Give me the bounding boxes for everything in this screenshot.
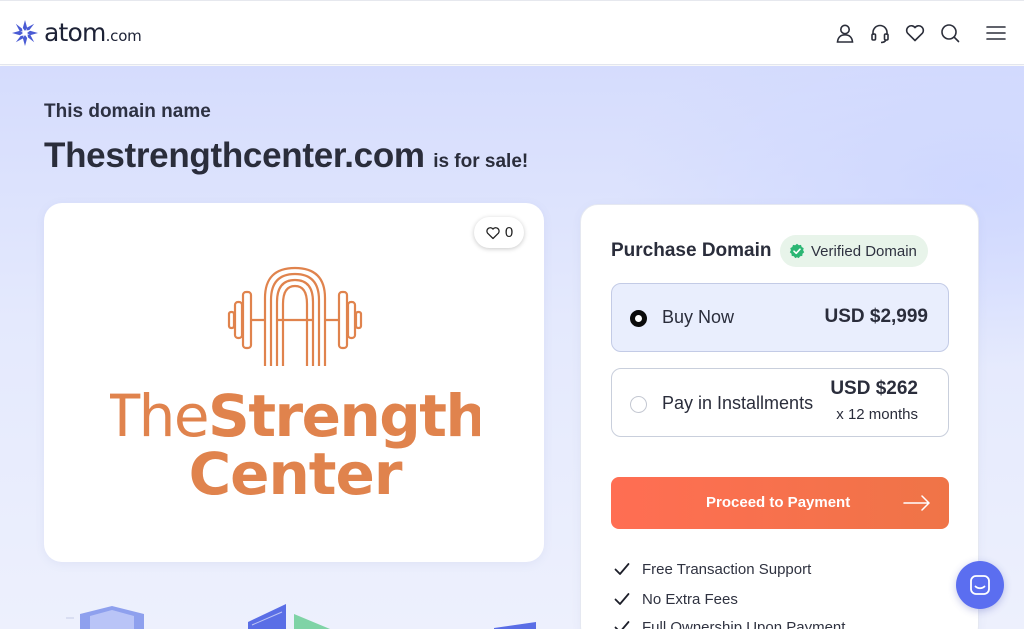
top-navigation-bar: atom .com xyxy=(0,0,1024,65)
purchase-title: Purchase Domain xyxy=(611,240,772,261)
brand-name: atom xyxy=(44,18,106,47)
headset-icon[interactable] xyxy=(869,22,891,44)
menu-icon[interactable] xyxy=(985,22,1007,44)
heart-icon[interactable] xyxy=(904,22,926,44)
feature-item: Free Transaction Support xyxy=(613,559,811,579)
brand-tld: .com xyxy=(105,26,142,45)
like-count: 0 xyxy=(504,224,514,241)
verified-label: Verified Domain xyxy=(811,242,917,260)
chat-launcher-button[interactable] xyxy=(956,561,1004,609)
feature-item: Full Ownership Upon Payment xyxy=(613,617,845,629)
like-button[interactable]: 0 xyxy=(474,217,524,248)
checkmark-icon xyxy=(614,621,630,629)
checkmark-icon xyxy=(614,593,630,605)
for-sale-suffix: is for sale! xyxy=(433,151,529,172)
buy-now-radio[interactable] xyxy=(630,310,647,327)
installments-price: USD $262 xyxy=(830,378,918,399)
proceed-to-payment-label: Proceed to Payment xyxy=(706,494,851,511)
installments-option[interactable]: Pay in Installments USD $262 x 12 months xyxy=(611,368,949,437)
feature-label: Full Ownership Upon Payment xyxy=(642,618,846,629)
installments-label: Pay in Installments xyxy=(662,393,814,413)
domain-name: Thestrengthcenter.com xyxy=(44,136,425,175)
buy-now-option[interactable]: Buy Now USD $2,999 xyxy=(611,283,949,352)
chat-icon xyxy=(970,575,990,595)
search-icon[interactable] xyxy=(939,22,961,44)
verified-domain-badge: Verified Domain xyxy=(780,235,928,267)
user-icon[interactable] xyxy=(834,22,856,44)
installments-term: x 12 months xyxy=(836,406,918,423)
buy-now-price: USD $2,999 xyxy=(824,306,928,327)
checkmark-icon xyxy=(614,563,630,575)
feature-label: No Extra Fees xyxy=(642,590,738,608)
atom-star-icon xyxy=(12,20,38,46)
thestrengthcenter-logo: TheStrength Center xyxy=(110,266,480,508)
verified-check-icon xyxy=(789,243,805,259)
domain-headline: Thestrengthcenter.com is for sale! xyxy=(44,136,528,176)
thumbnail-card-image xyxy=(248,604,330,629)
brand-word-center: Center xyxy=(189,440,403,508)
feature-item: No Extra Fees xyxy=(613,589,738,609)
thumbnail-shield-image xyxy=(66,606,144,629)
hero-eyebrow: This domain name xyxy=(44,101,211,122)
proceed-to-payment-button[interactable]: Proceed to Payment xyxy=(611,477,949,529)
installments-radio[interactable] xyxy=(630,396,647,413)
thumbnail-bar-image xyxy=(494,622,536,629)
heart-icon xyxy=(486,226,500,239)
atom-logo[interactable]: atom .com xyxy=(11,18,142,48)
buy-now-label: Buy Now xyxy=(662,307,735,327)
arrow-right-icon xyxy=(903,495,930,511)
feature-label: Free Transaction Support xyxy=(642,560,812,578)
